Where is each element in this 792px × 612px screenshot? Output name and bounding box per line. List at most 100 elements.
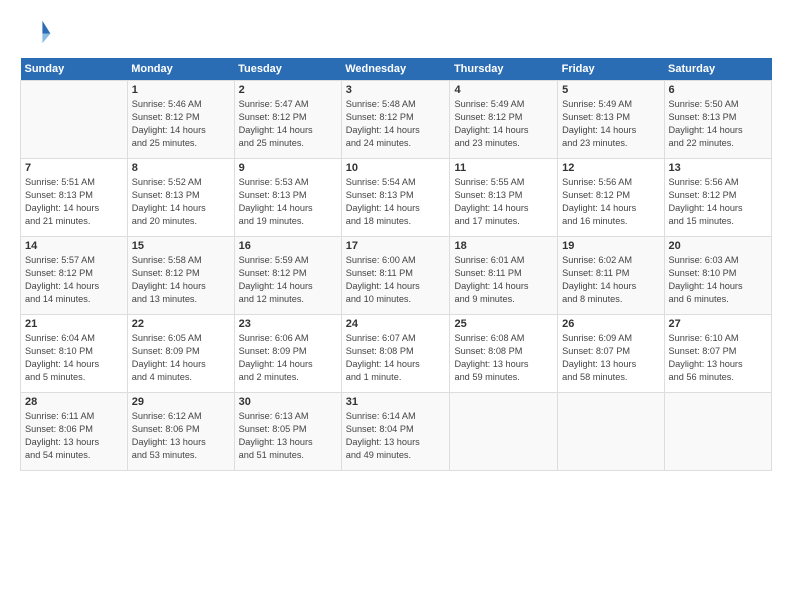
day-info: Sunrise: 6:05 AMSunset: 8:09 PMDaylight:… <box>132 332 230 384</box>
day-cell: 18Sunrise: 6:01 AMSunset: 8:11 PMDayligh… <box>450 237 558 315</box>
day-number: 6 <box>669 84 767 96</box>
day-info: Sunrise: 5:50 AMSunset: 8:13 PMDaylight:… <box>669 98 767 150</box>
col-thursday: Thursday <box>450 58 558 81</box>
day-number: 1 <box>132 84 230 96</box>
day-cell: 11 Sunrise: 5:55 AMSunset: 8:13 PMDayligh… <box>450 159 558 237</box>
day-info: Sunrise: 5:52 AMSunset: 8:13 PMDaylight:… <box>132 176 230 228</box>
day-cell: 23 Sunrise: 6:06 AMSunset: 8:09 PMDayligh… <box>234 315 341 393</box>
day-info: Sunrise: 5:56 AMSunset: 8:12 PMDaylight:… <box>562 176 659 228</box>
day-info: Sunrise: 6:11 AMSunset: 8:06 PMDaylight:… <box>25 410 123 462</box>
day-cell: 24 Sunrise: 6:07 AMSunset: 8:08 PMDayligh… <box>341 315 450 393</box>
week-row-3: 14 Sunrise: 5:57 AMSunset: 8:12 PMDayligh… <box>21 237 772 315</box>
day-cell: 19 Sunrise: 6:02 AMSunset: 8:11 PMDayligh… <box>558 237 664 315</box>
day-cell: 28Sunrise: 6:11 AMSunset: 8:06 PMDayligh… <box>21 393 128 471</box>
day-cell: 27Sunrise: 6:10 AMSunset: 8:07 PMDayligh… <box>664 315 771 393</box>
day-number: 3 <box>346 84 446 96</box>
day-cell: 22 Sunrise: 6:05 AMSunset: 8:09 PMDayligh… <box>127 315 234 393</box>
day-number: 4 <box>454 84 553 96</box>
day-number: 11 <box>454 162 553 174</box>
day-cell: 9 Sunrise: 5:53 AMSunset: 8:13 PMDaylight… <box>234 159 341 237</box>
day-info: Sunrise: 6:14 AMSunset: 8:04 PMDaylight:… <box>346 410 446 462</box>
day-number: 30 <box>239 396 337 408</box>
col-friday: Friday <box>558 58 664 81</box>
day-cell: 29 Sunrise: 6:12 AMSunset: 8:06 PMDayligh… <box>127 393 234 471</box>
logo <box>20 16 56 48</box>
day-info: Sunrise: 6:08 AMSunset: 8:08 PMDaylight:… <box>454 332 553 384</box>
calendar-table: Sunday Monday Tuesday Wednesday Thursday… <box>20 58 772 471</box>
day-cell: 20Sunrise: 6:03 AMSunset: 8:10 PMDayligh… <box>664 237 771 315</box>
day-number: 15 <box>132 240 230 252</box>
day-info: Sunrise: 6:03 AMSunset: 8:10 PMDaylight:… <box>669 254 767 306</box>
day-cell: 5 Sunrise: 5:49 AMSunset: 8:13 PMDaylight… <box>558 81 664 159</box>
day-cell: 8 Sunrise: 5:52 AMSunset: 8:13 PMDaylight… <box>127 159 234 237</box>
day-cell: 13Sunrise: 5:56 AMSunset: 8:12 PMDayligh… <box>664 159 771 237</box>
col-tuesday: Tuesday <box>234 58 341 81</box>
day-number: 31 <box>346 396 446 408</box>
day-cell: 17 Sunrise: 6:00 AMSunset: 8:11 PMDayligh… <box>341 237 450 315</box>
day-info: Sunrise: 5:58 AMSunset: 8:12 PMDaylight:… <box>132 254 230 306</box>
day-number: 29 <box>132 396 230 408</box>
week-row-1: 1 Sunrise: 5:46 AMSunset: 8:12 PMDaylight… <box>21 81 772 159</box>
day-number: 25 <box>454 318 553 330</box>
day-cell <box>558 393 664 471</box>
day-cell: 30 Sunrise: 6:13 AMSunset: 8:05 PMDayligh… <box>234 393 341 471</box>
day-info: Sunrise: 6:07 AMSunset: 8:08 PMDaylight:… <box>346 332 446 384</box>
day-number: 22 <box>132 318 230 330</box>
day-info: Sunrise: 5:49 AMSunset: 8:12 PMDaylight:… <box>454 98 553 150</box>
day-info: Sunrise: 5:53 AMSunset: 8:13 PMDaylight:… <box>239 176 337 228</box>
header-row: Sunday Monday Tuesday Wednesday Thursday… <box>21 58 772 81</box>
day-cell: 15 Sunrise: 5:58 AMSunset: 8:12 PMDayligh… <box>127 237 234 315</box>
week-row-5: 28Sunrise: 6:11 AMSunset: 8:06 PMDayligh… <box>21 393 772 471</box>
day-info: Sunrise: 6:02 AMSunset: 8:11 PMDaylight:… <box>562 254 659 306</box>
day-info: Sunrise: 6:00 AMSunset: 8:11 PMDaylight:… <box>346 254 446 306</box>
day-number: 23 <box>239 318 337 330</box>
day-cell <box>664 393 771 471</box>
day-cell: 7Sunrise: 5:51 AMSunset: 8:13 PMDaylight… <box>21 159 128 237</box>
day-number: 12 <box>562 162 659 174</box>
day-info: Sunrise: 5:56 AMSunset: 8:12 PMDaylight:… <box>669 176 767 228</box>
day-cell: 2 Sunrise: 5:47 AMSunset: 8:12 PMDaylight… <box>234 81 341 159</box>
col-wednesday: Wednesday <box>341 58 450 81</box>
day-cell: 3 Sunrise: 5:48 AMSunset: 8:12 PMDaylight… <box>341 81 450 159</box>
day-number: 26 <box>562 318 659 330</box>
logo-icon <box>20 16 52 48</box>
day-cell: 14 Sunrise: 5:57 AMSunset: 8:12 PMDayligh… <box>21 237 128 315</box>
col-sunday: Sunday <box>21 58 128 81</box>
day-number: 21 <box>25 318 123 330</box>
day-info: Sunrise: 5:59 AMSunset: 8:12 PMDaylight:… <box>239 254 337 306</box>
day-info: Sunrise: 5:55 AMSunset: 8:13 PMDaylight:… <box>454 176 553 228</box>
day-number: 14 <box>25 240 123 252</box>
day-cell: 12 Sunrise: 5:56 AMSunset: 8:12 PMDayligh… <box>558 159 664 237</box>
day-number: 5 <box>562 84 659 96</box>
day-cell: 6 Sunrise: 5:50 AMSunset: 8:13 PMDaylight… <box>664 81 771 159</box>
day-number: 24 <box>346 318 446 330</box>
day-number: 17 <box>346 240 446 252</box>
day-cell: 21Sunrise: 6:04 AMSunset: 8:10 PMDayligh… <box>21 315 128 393</box>
day-info: Sunrise: 5:47 AMSunset: 8:12 PMDaylight:… <box>239 98 337 150</box>
week-row-4: 21Sunrise: 6:04 AMSunset: 8:10 PMDayligh… <box>21 315 772 393</box>
day-cell: 26 Sunrise: 6:09 AMSunset: 8:07 PMDayligh… <box>558 315 664 393</box>
day-info: Sunrise: 6:06 AMSunset: 8:09 PMDaylight:… <box>239 332 337 384</box>
day-info: Sunrise: 5:54 AMSunset: 8:13 PMDaylight:… <box>346 176 446 228</box>
day-info: Sunrise: 6:13 AMSunset: 8:05 PMDaylight:… <box>239 410 337 462</box>
day-info: Sunrise: 5:46 AMSunset: 8:12 PMDaylight:… <box>132 98 230 150</box>
day-number: 7 <box>25 162 123 174</box>
day-info: Sunrise: 5:57 AMSunset: 8:12 PMDaylight:… <box>25 254 123 306</box>
day-cell: 10Sunrise: 5:54 AMSunset: 8:13 PMDayligh… <box>341 159 450 237</box>
day-cell <box>21 81 128 159</box>
day-info: Sunrise: 5:48 AMSunset: 8:12 PMDaylight:… <box>346 98 446 150</box>
day-cell: 16Sunrise: 5:59 AMSunset: 8:12 PMDayligh… <box>234 237 341 315</box>
day-info: Sunrise: 6:12 AMSunset: 8:06 PMDaylight:… <box>132 410 230 462</box>
day-number: 19 <box>562 240 659 252</box>
day-number: 2 <box>239 84 337 96</box>
col-saturday: Saturday <box>664 58 771 81</box>
day-cell <box>450 393 558 471</box>
day-number: 8 <box>132 162 230 174</box>
day-number: 18 <box>454 240 553 252</box>
header <box>20 16 772 48</box>
day-info: Sunrise: 6:09 AMSunset: 8:07 PMDaylight:… <box>562 332 659 384</box>
week-row-2: 7Sunrise: 5:51 AMSunset: 8:13 PMDaylight… <box>21 159 772 237</box>
day-info: Sunrise: 5:49 AMSunset: 8:13 PMDaylight:… <box>562 98 659 150</box>
day-number: 9 <box>239 162 337 174</box>
page: Sunday Monday Tuesday Wednesday Thursday… <box>0 0 792 612</box>
